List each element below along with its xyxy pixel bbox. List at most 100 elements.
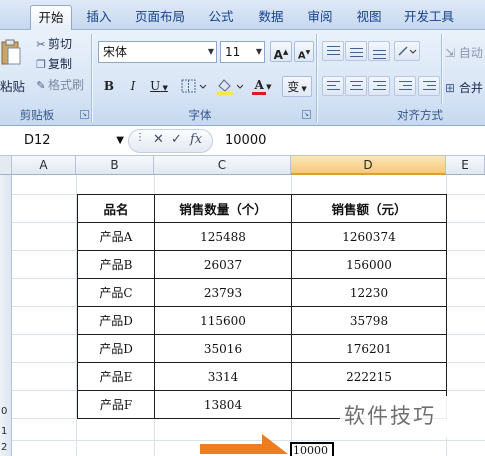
fill-color-button[interactable] xyxy=(214,76,244,97)
cell-quantity[interactable]: 115600 xyxy=(154,306,292,335)
cell-product[interactable]: 产品D xyxy=(77,334,155,363)
fill-bucket-icon xyxy=(217,79,244,95)
cell-amount[interactable]: 156000 xyxy=(291,250,447,279)
borders-button[interactable] xyxy=(178,77,210,98)
paste-label: 粘贴 xyxy=(0,79,26,94)
font-size-select[interactable]: 11 ▼ xyxy=(220,41,265,63)
format-painter-button[interactable]: ✎ 格式刷 xyxy=(34,77,84,93)
column-header-d[interactable]: D xyxy=(291,156,446,175)
underline-button[interactable]: U ▼ xyxy=(146,76,172,97)
font-color-button[interactable]: A ▼ xyxy=(248,75,278,96)
align-bottom-button[interactable] xyxy=(368,41,390,61)
copy-button[interactable]: ❐ 复制 xyxy=(34,56,72,72)
tab-review[interactable]: 审阅 xyxy=(300,5,340,30)
tab-formulas[interactable]: 公式 xyxy=(200,5,242,30)
font-name-select[interactable]: 宋体 ▼ xyxy=(98,41,217,63)
cell-product[interactable]: 产品A xyxy=(77,222,155,251)
align-left-button[interactable] xyxy=(322,76,344,96)
formula-input[interactable]: 10000 xyxy=(225,130,266,152)
tab-insert[interactable]: 插入 xyxy=(80,5,118,30)
row-header[interactable]: 2 xyxy=(0,440,12,456)
cell-quantity[interactable]: 23793 xyxy=(154,278,292,307)
formula-buttons: ⋮ ✕ ✓ fx xyxy=(128,129,213,153)
grow-font-icon: A xyxy=(273,48,283,62)
cell-product[interactable]: 产品F xyxy=(77,390,155,419)
wrap-text-button[interactable]: ⇲ 自动 xyxy=(445,44,483,61)
select-all-corner[interactable] xyxy=(0,156,12,175)
clipboard-launcher-icon[interactable]: ↘ xyxy=(80,110,89,119)
border-icon xyxy=(181,79,207,93)
cell-quantity[interactable]: 26037 xyxy=(154,250,292,279)
font-group-label: 字体 xyxy=(188,108,212,122)
cell-product[interactable]: 产品E xyxy=(77,362,155,391)
sales-table: 品名 销售数量（个） 销售额（元） 产品A 125488 1260374 产品B… xyxy=(77,194,447,419)
copy-icon: ❐ xyxy=(36,58,46,71)
align-middle-button[interactable] xyxy=(345,41,367,61)
cell-quantity[interactable]: 35016 xyxy=(154,334,292,363)
cell-amount[interactable]: 1260374 xyxy=(291,222,447,251)
row-header[interactable]: 1 xyxy=(0,424,12,440)
cell-amount[interactable]: 176201 xyxy=(291,334,447,363)
cell-product[interactable]: 产品D xyxy=(77,306,155,335)
brush-icon: ✎ xyxy=(36,79,46,92)
orange-arrow-icon xyxy=(200,434,288,454)
tab-page-layout[interactable]: 页面布局 xyxy=(128,5,192,30)
group-divider xyxy=(316,34,317,122)
font-launcher-icon[interactable]: ↘ xyxy=(302,110,311,119)
bold-button[interactable]: B xyxy=(100,76,118,97)
cell-quantity[interactable]: 125488 xyxy=(154,222,292,251)
cell-product[interactable]: 产品C xyxy=(77,278,155,307)
cell-quantity[interactable]: 13804 xyxy=(154,390,292,419)
cell-amount[interactable]: 35798 xyxy=(291,306,447,335)
watermark: 软件技巧 xyxy=(340,396,485,438)
table-row: 产品A 125488 1260374 xyxy=(77,222,447,251)
column-header-a[interactable]: A xyxy=(12,156,76,175)
alignment-group-label: 对齐方式 xyxy=(397,108,443,122)
cell-amount[interactable]: 222215 xyxy=(291,362,447,391)
cell-amount[interactable]: 12230 xyxy=(291,278,447,307)
enter-icon[interactable]: ✓ xyxy=(171,132,182,147)
column-header-c[interactable]: C xyxy=(154,156,291,175)
shrink-font-button[interactable]: A▼ xyxy=(294,41,314,62)
paste-button[interactable]: 粘贴 xyxy=(0,34,26,104)
align-top-button[interactable] xyxy=(322,41,344,61)
tab-developer[interactable]: 开发工具 xyxy=(398,5,460,30)
format-painter-label: 格式刷 xyxy=(48,78,85,92)
chevron-down-icon: ▼ xyxy=(207,47,214,56)
group-divider xyxy=(441,34,442,104)
cell-quantity[interactable]: 3314 xyxy=(154,362,292,391)
orientation-button[interactable] xyxy=(394,41,420,61)
tab-home[interactable]: 开始 xyxy=(30,5,72,30)
merge-icon: ⊞ xyxy=(445,81,456,95)
phonetic-button[interactable]: 变 ▼ xyxy=(282,76,312,97)
active-cell-d12[interactable]: 10000 xyxy=(290,442,334,456)
name-box[interactable]: D12 ▼ xyxy=(0,130,128,152)
column-header-b[interactable]: B xyxy=(76,156,154,175)
tab-view[interactable]: 视图 xyxy=(348,5,390,30)
column-header-e[interactable]: E xyxy=(446,156,485,175)
table-row: 产品D 35016 176201 xyxy=(77,334,447,363)
table-row: 产品B 26037 156000 xyxy=(77,250,447,279)
cell-product[interactable]: 产品B xyxy=(77,250,155,279)
italic-button[interactable]: I xyxy=(124,76,142,97)
grow-font-button[interactable]: A▲ xyxy=(270,41,292,62)
insert-function-icon[interactable]: fx xyxy=(190,132,202,147)
wrap-text-label: 自动 xyxy=(458,46,483,60)
tab-data[interactable]: 数据 xyxy=(250,5,292,30)
decrease-indent-button[interactable] xyxy=(394,76,416,96)
name-box-value: D12 xyxy=(24,133,51,148)
table-header-row: 品名 销售数量（个） 销售额（元） xyxy=(77,194,447,223)
increase-indent-button[interactable] xyxy=(418,76,440,96)
header-product-name[interactable]: 品名 xyxy=(77,194,155,223)
drag-handle-icon[interactable]: ⋮ xyxy=(135,132,145,143)
cancel-icon[interactable]: ✕ xyxy=(153,132,164,147)
ribbon-tab-bar: 开始 插入 页面布局 公式 数据 审阅 视图 开发工具 xyxy=(0,0,485,30)
align-center-button[interactable] xyxy=(345,76,367,96)
header-sales-amount[interactable]: 销售额（元） xyxy=(291,194,447,223)
header-sales-quantity[interactable]: 销售数量（个） xyxy=(154,194,292,223)
align-right-button[interactable] xyxy=(368,76,390,96)
row-header[interactable]: 0 xyxy=(0,404,12,420)
copy-label: 复制 xyxy=(48,57,73,71)
merge-center-button[interactable]: ⊞ 合并 xyxy=(445,79,483,96)
cut-button[interactable]: ✂ 剪切 xyxy=(34,36,72,52)
